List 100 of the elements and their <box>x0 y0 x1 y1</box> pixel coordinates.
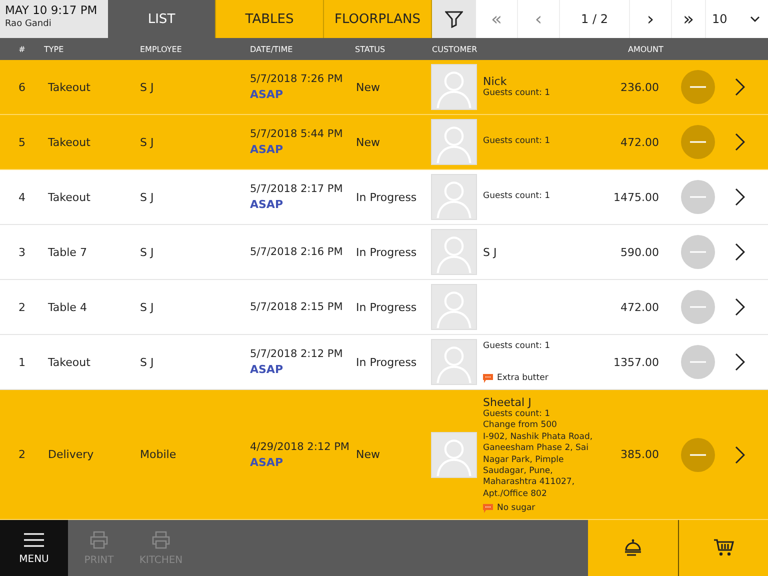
avatar-icon <box>431 339 477 385</box>
avatar-icon <box>431 284 477 330</box>
employee-name: S J <box>140 190 155 204</box>
minus-icon <box>690 86 706 88</box>
order-type: Table 4 <box>47 300 88 314</box>
avatar-icon <box>431 174 477 220</box>
order-datetime: 5/7/2018 5:44 PM <box>250 128 344 140</box>
chevron-down-icon <box>750 16 760 22</box>
order-type: Takeout <box>47 190 92 204</box>
order-datetime: 5/7/2018 7:26 PM <box>250 73 344 85</box>
printer-icon <box>151 530 171 548</box>
order-number: 5 <box>18 136 26 148</box>
customer-detail: Change from 500 <box>483 420 558 432</box>
column-header: CUSTOMER <box>432 44 478 54</box>
customer-detail: Guests count: 1 <box>483 88 552 100</box>
comment-icon <box>483 374 493 382</box>
cart-button[interactable] <box>678 520 768 576</box>
customer-detail: Guests count: 1 <box>483 136 552 148</box>
order-datetime: 5/7/2018 2:12 PM <box>250 348 344 360</box>
employee-name: S J <box>140 356 155 368</box>
order-status: New <box>356 80 381 94</box>
filter-icon <box>445 10 463 28</box>
order-number: 4 <box>18 190 26 204</box>
view-tab[interactable]: FLOORPLANS <box>324 0 432 38</box>
order-datetime: 4/29/2018 2:12 PM <box>250 440 350 452</box>
chevron-right-icon <box>735 133 745 151</box>
order-amount: 472.00 <box>620 300 659 314</box>
current-datetime: MAY 10 9:17 PM <box>5 3 98 17</box>
order-number: 3 <box>18 246 26 258</box>
order-status: In Progress <box>356 246 418 258</box>
order-amount: 1357.00 <box>612 356 659 368</box>
customer-name: Nick <box>483 74 508 88</box>
avatar-icon <box>431 64 477 110</box>
chevron-right-icon <box>735 353 745 371</box>
order-type: Takeout <box>47 136 92 148</box>
order-amount: 472.00 <box>620 136 659 148</box>
chevron-right-icon <box>735 446 745 464</box>
order-type: Table 7 <box>47 246 88 258</box>
customer-detail: I-902, Nashik Phata Road, Ganeesham Phase 2, Sai Nagar Park, Pimple Saudagar, Pune, Maharashtra 411027, Apt./Office 802 <box>483 432 594 500</box>
order-row[interactable] <box>0 390 768 520</box>
customer-detail: Guests count: 1 <box>483 191 552 203</box>
user-name: Rao Gandi <box>5 19 52 29</box>
asap-label: ASAP <box>250 198 284 211</box>
minus-icon <box>690 306 706 308</box>
asap-label: ASAP <box>250 456 284 468</box>
customer-name: Sheetal J <box>483 396 532 409</box>
menu-icon <box>23 532 45 548</box>
column-header: STATUS <box>355 44 386 54</box>
order-status: New <box>356 448 381 461</box>
employee-name: S J <box>140 80 155 94</box>
minus-icon <box>690 361 706 363</box>
column-header: AMOUNT <box>627 44 664 54</box>
column-header: TYPE <box>44 44 65 54</box>
order-note: Extra butter <box>497 373 548 383</box>
order-row[interactable]: 5 Takeout S J 5/7/2018 5:44 PM ASAP New Guests count: 1 472.00 <box>0 115 768 170</box>
filter-button[interactable] <box>432 0 476 38</box>
employee-name: S J <box>140 300 155 314</box>
order-number: 2 <box>18 300 26 314</box>
order-type: Takeout <box>47 356 92 368</box>
order-number: 1 <box>18 356 26 368</box>
order-number: 6 <box>18 80 26 94</box>
employee-name: Mobile <box>140 448 178 461</box>
order-amount: 385.00 <box>620 448 659 461</box>
printer-icon <box>89 530 109 548</box>
order-datetime: 5/7/2018 2:17 PM <box>250 183 344 195</box>
chevron-right-icon <box>735 78 745 96</box>
column-header: DATE/TIME <box>250 44 294 54</box>
chevron-right-icon <box>735 298 745 316</box>
avatar-icon <box>431 229 477 275</box>
avatar-icon <box>431 432 477 478</box>
order-number: 2 <box>18 448 26 461</box>
order-status: In Progress <box>356 300 418 314</box>
order-datetime: 5/7/2018 2:16 PM <box>250 246 344 258</box>
chevron-right-icon <box>735 243 745 261</box>
order-status: In Progress <box>356 190 418 204</box>
column-header: # <box>18 44 26 54</box>
cart-icon <box>712 539 734 557</box>
customer-name: S J <box>483 246 498 258</box>
avatar-icon <box>431 119 477 165</box>
minus-icon <box>690 141 706 143</box>
order-type: Takeout <box>47 80 92 94</box>
toolbar-button[interactable]: MENU <box>0 520 68 576</box>
order-amount: 1475.00 <box>612 190 659 204</box>
order-amount: 236.00 <box>620 80 659 94</box>
cloche-icon <box>623 538 643 558</box>
order-status: New <box>356 136 381 148</box>
chevron-right-icon <box>735 188 745 206</box>
employee-name: S J <box>140 246 155 258</box>
customer-detail: Guests count: 1 <box>483 408 552 420</box>
view-tab[interactable]: TABLES <box>216 0 324 38</box>
order-note: No sugar <box>497 503 536 514</box>
order-status: In Progress <box>356 356 418 368</box>
order-datetime: 5/7/2018 2:15 PM <box>250 301 344 313</box>
order-row[interactable]: 6 Takeout S J 5/7/2018 7:26 PM ASAP New Nick Guests count: 1 236.00 <box>0 60 768 115</box>
minus-icon <box>690 454 706 456</box>
customer-detail: Guests count: 1 <box>483 341 552 352</box>
minus-icon <box>690 196 706 198</box>
service-button[interactable] <box>588 520 678 576</box>
asap-label: ASAP <box>250 143 284 156</box>
comment-icon <box>483 504 493 513</box>
